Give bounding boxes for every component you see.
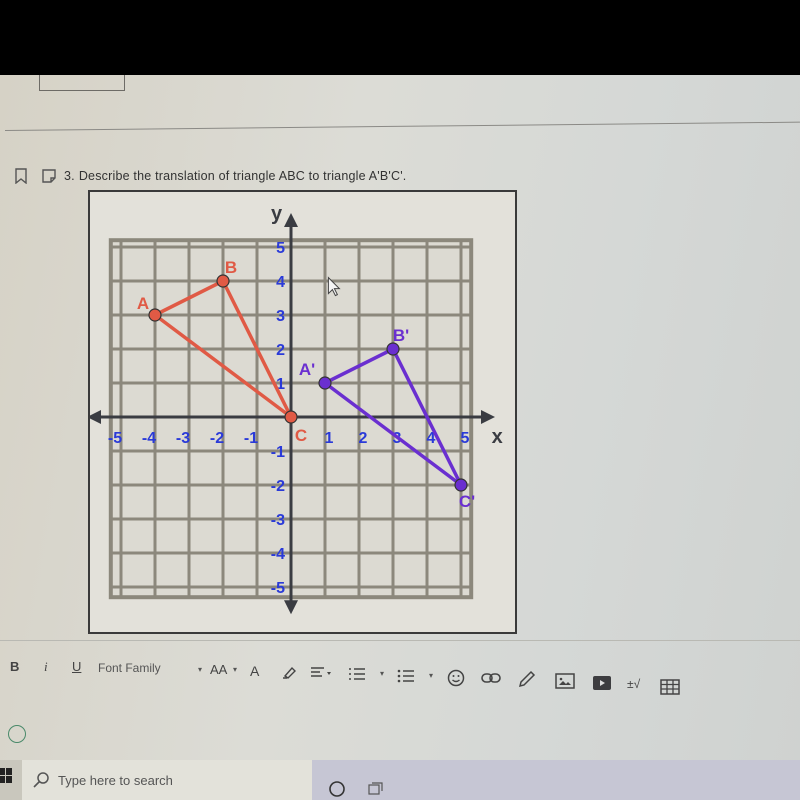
- font-family-select[interactable]: Font Family: [98, 661, 161, 675]
- taskbar-apps: [312, 760, 800, 800]
- y-tick-label: 3: [276, 308, 285, 325]
- coordinate-plane: xy-5 -4 -3 -2 -1 1 2 3 4 554321-1-2-3-4-5ABCA'B'C…: [90, 203, 503, 615]
- font-color-button[interactable]: A: [250, 663, 259, 679]
- windows-start-icon[interactable]: [0, 768, 12, 784]
- previous-answer-box: [39, 75, 125, 91]
- question-row: 3. Describe the translation of triangle …: [14, 168, 406, 184]
- y-tick-label: -1: [271, 444, 285, 461]
- y-tick-label: -5: [271, 580, 285, 597]
- x-tick-label: -5: [108, 430, 122, 447]
- x-tick-label: 2: [359, 430, 368, 447]
- video-icon[interactable]: [593, 676, 611, 690]
- question-number: 3.: [64, 169, 75, 183]
- x-tick-label: 5: [461, 430, 470, 447]
- vertex-label: C': [459, 492, 475, 511]
- y-axis-label: y: [271, 203, 283, 225]
- vertex-point: [284, 410, 298, 424]
- bullet-list-icon[interactable]: [397, 669, 415, 683]
- y-tick-label: -3: [271, 512, 285, 529]
- task-view-icon[interactable]: [368, 782, 384, 796]
- numbered-list-icon[interactable]: [348, 667, 366, 681]
- y-axis-arrow-up: [284, 213, 298, 227]
- vertex-point: [454, 478, 468, 492]
- x-axis-arrow-right: [481, 410, 495, 424]
- italic-button[interactable]: i: [44, 659, 48, 675]
- vertex-point: [148, 308, 162, 322]
- y-axis-arrow-down: [284, 600, 298, 615]
- emoji-icon[interactable]: [447, 669, 465, 687]
- question-text: Describe the translation of triangle ABC…: [78, 169, 407, 183]
- math-equation-button[interactable]: ±√: [627, 677, 640, 691]
- x-tick-label: -2: [210, 430, 224, 447]
- font-size-caret-icon[interactable]: ▾: [233, 665, 237, 674]
- graph-frame: x y -5 -4 -3 -2 -1 1 2 3 4 5 5 4 3 2 1 -1 -2 -3 -4 -5 A B C A' B' C…: [88, 190, 517, 634]
- screen: 3. Describe the translation of triangle …: [0, 75, 800, 800]
- bullet-list-caret-icon[interactable]: ▾: [429, 671, 433, 680]
- font-family-caret-icon[interactable]: ▾: [198, 665, 202, 674]
- bookmark-icon[interactable]: [14, 168, 28, 184]
- x-axis-label: x: [492, 426, 503, 448]
- divider: [4, 121, 800, 131]
- y-tick-label: 4: [276, 274, 285, 291]
- vertex-point: [318, 376, 332, 390]
- highlighter-icon[interactable]: [282, 665, 298, 679]
- bold-button[interactable]: B: [10, 659, 19, 674]
- y-tick-label: 2: [276, 342, 285, 359]
- underline-button[interactable]: U: [72, 659, 81, 674]
- x-axis-arrow-left: [90, 410, 101, 424]
- taskbar: [0, 760, 800, 800]
- numbered-list-caret-icon[interactable]: ▾: [380, 669, 384, 678]
- font-size-button[interactable]: AA: [210, 662, 227, 677]
- x-tick-label: -4: [142, 430, 156, 447]
- x-tick-label: -3: [176, 430, 190, 447]
- link-icon[interactable]: [481, 672, 501, 684]
- editor-toolbar: B i U Font Family ▾ AA ▾ A ▾ ▾ ±√: [0, 640, 800, 701]
- y-tick-label: 5: [276, 240, 285, 257]
- x-tick-label: 1: [325, 430, 334, 447]
- vertex-label: B: [225, 258, 237, 277]
- search-icon: [33, 772, 49, 788]
- image-icon[interactable]: [555, 673, 575, 689]
- vertex-label: B': [393, 326, 409, 345]
- note-icon[interactable]: [42, 168, 56, 184]
- clock-icon[interactable]: [8, 725, 26, 743]
- vertex-label: A': [299, 360, 315, 379]
- y-tick-label: -2: [271, 478, 285, 495]
- x-tick-label: -1: [244, 430, 258, 447]
- align-icon[interactable]: [310, 667, 332, 679]
- vertex-label: A: [137, 294, 149, 313]
- taskbar-search-input[interactable]: [56, 771, 260, 789]
- taskbar-search[interactable]: [22, 760, 312, 800]
- table-icon[interactable]: [660, 679, 680, 695]
- pencil-icon[interactable]: [518, 670, 536, 688]
- y-tick-label: -4: [271, 546, 285, 563]
- vertex-label: C: [295, 426, 307, 445]
- cortana-icon[interactable]: [328, 780, 346, 798]
